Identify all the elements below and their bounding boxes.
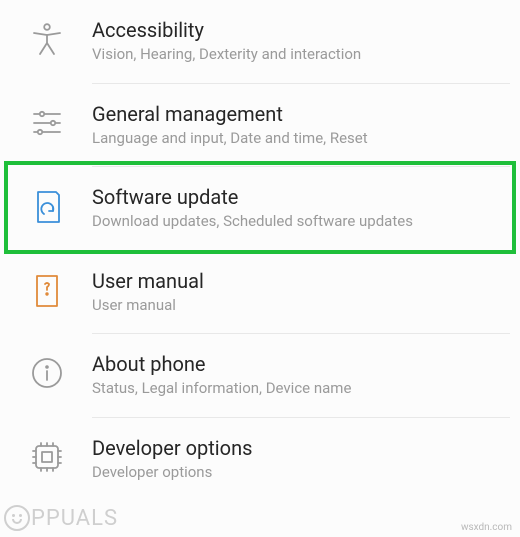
sliders-icon: [20, 102, 92, 140]
item-subtitle: User manual: [92, 296, 500, 316]
credit-text: wsxdn.com: [461, 522, 512, 533]
settings-item-user-manual[interactable]: User manual User manual: [0, 251, 520, 334]
item-subtitle: Download updates, Scheduled software upd…: [92, 212, 500, 232]
settings-item-general-management[interactable]: General management Language and input, D…: [0, 84, 520, 167]
item-title: Developer options: [92, 436, 500, 461]
item-title: Accessibility: [92, 18, 500, 43]
accessibility-icon: [20, 18, 92, 56]
settings-item-about-phone[interactable]: About phone Status, Legal information, D…: [0, 334, 520, 417]
item-title: User manual: [92, 269, 500, 294]
settings-item-accessibility[interactable]: Accessibility Vision, Hearing, Dexterity…: [0, 0, 520, 83]
item-title: Software update: [92, 185, 500, 210]
item-title: About phone: [92, 352, 500, 377]
settings-item-developer-options[interactable]: Developer options Developer options: [0, 418, 520, 501]
watermark-text: PPUALS: [31, 506, 118, 531]
watermark: PPUALS: [4, 505, 118, 531]
settings-list: Accessibility Vision, Hearing, Dexterity…: [0, 0, 520, 500]
developer-icon: [20, 436, 92, 474]
item-subtitle: Language and input, Date and time, Reset: [92, 129, 500, 149]
settings-item-software-update[interactable]: Software update Download updates, Schedu…: [0, 167, 520, 250]
item-subtitle: Status, Legal information, Device name: [92, 379, 500, 399]
watermark-face-icon: [4, 505, 30, 531]
software-update-icon: [20, 185, 92, 225]
user-manual-icon: [20, 269, 92, 309]
info-icon: [20, 352, 92, 390]
item-subtitle: Developer options: [92, 463, 500, 483]
item-title: General management: [92, 102, 500, 127]
item-subtitle: Vision, Hearing, Dexterity and interacti…: [92, 45, 500, 65]
